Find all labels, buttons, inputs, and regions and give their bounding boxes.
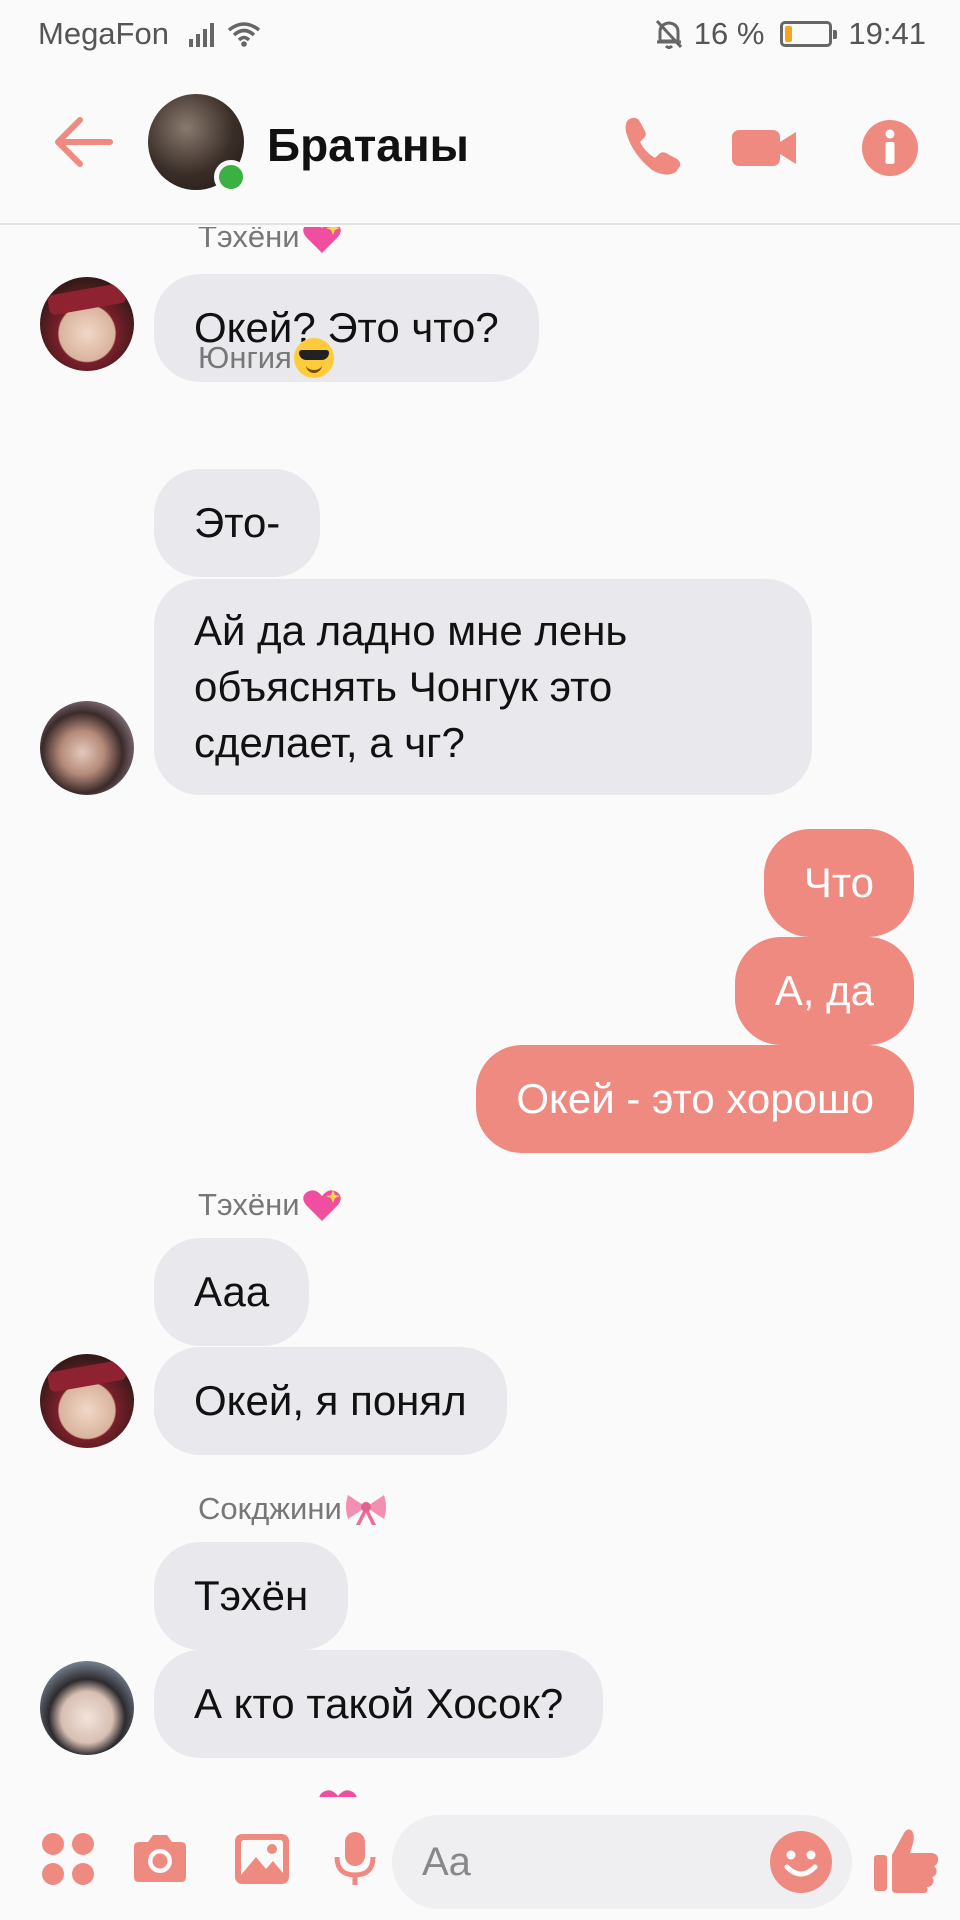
- smiley-face-icon: [770, 1831, 832, 1893]
- image-icon: [235, 1834, 289, 1884]
- sender-avatar[interactable]: [40, 1354, 134, 1448]
- sunglasses-face-icon: [293, 338, 334, 378]
- message-bubble[interactable]: Окей - это хорошо: [476, 1045, 914, 1153]
- composer-bar: [0, 1797, 960, 1920]
- camera-button[interactable]: [130, 1829, 190, 1889]
- battery-level: [785, 26, 793, 42]
- sparkling-heart-icon: [318, 1787, 358, 1797]
- message-line: объяснять Чонгук это: [194, 663, 613, 710]
- sender-avatar[interactable]: [40, 277, 134, 371]
- message-bubble[interactable]: Окей, я понял: [154, 1347, 507, 1455]
- chat-title[interactable]: Братаны: [267, 118, 469, 172]
- video-call-button[interactable]: [730, 112, 800, 182]
- back-arrow-icon: [55, 117, 113, 167]
- sender-avatar[interactable]: [40, 701, 134, 795]
- message-bubble[interactable]: Ай да ладно мне лень объяснять Чонгук эт…: [154, 579, 812, 795]
- message-line: Ай да ладно мне лень: [194, 607, 628, 654]
- gallery-button[interactable]: [232, 1829, 292, 1889]
- like-button[interactable]: [872, 1825, 942, 1895]
- chat-header: Братаны: [0, 70, 960, 225]
- online-status-dot: [214, 160, 248, 194]
- sender-name: Юнгия: [198, 338, 334, 378]
- emoji-button[interactable]: [768, 1829, 834, 1895]
- message-list[interactable]: Тэхёни Окей? Это что? Юнгия Это- Ай да л…: [0, 227, 960, 1797]
- status-bar: MegaFon 16 % 19:41: [0, 0, 960, 70]
- battery-percent: 16 %: [693, 16, 765, 51]
- more-apps-button[interactable]: [38, 1829, 98, 1889]
- sender-avatar[interactable]: [40, 1661, 134, 1755]
- ribbon-icon: [344, 1491, 388, 1527]
- message-bubble[interactable]: А кто такой Хосок?: [154, 1650, 604, 1758]
- message-bubble[interactable]: Что: [763, 829, 914, 937]
- four-dots-icon: [42, 1833, 94, 1885]
- sender-name: Сокджини: [198, 1491, 388, 1527]
- message-bubble[interactable]: Тэхён: [154, 1542, 349, 1650]
- carrier-name: MegaFon: [38, 16, 169, 51]
- voice-message-button[interactable]: [325, 1829, 385, 1889]
- clock: 19:41: [848, 16, 926, 51]
- info-button[interactable]: [856, 112, 926, 182]
- sender-name: Тэхёни: [198, 1187, 342, 1223]
- signal-icon: [188, 21, 219, 47]
- group-avatar[interactable]: [148, 94, 248, 194]
- message-bubble[interactable]: А, да: [734, 937, 914, 1045]
- phone-icon: [625, 117, 681, 175]
- sender-name: Тэхёни: [198, 227, 342, 255]
- message-composer[interactable]: [392, 1815, 852, 1909]
- sparkling-heart-icon: [302, 1187, 342, 1223]
- message-bubble[interactable]: Ааа: [154, 1238, 310, 1346]
- info-icon: [862, 120, 918, 176]
- next-sender-emoji: [316, 1787, 358, 1797]
- sparkling-heart-icon: [302, 227, 342, 255]
- message-line: сделает, а чг?: [194, 719, 465, 766]
- microphone-icon: [334, 1832, 376, 1885]
- message-input[interactable]: [422, 1833, 752, 1891]
- message-bubble[interactable]: Это-: [154, 469, 321, 577]
- voice-call-button[interactable]: [618, 112, 688, 182]
- thumbs-up-icon: [874, 1829, 939, 1893]
- back-button[interactable]: [50, 112, 116, 172]
- muted-bell-icon: [654, 18, 684, 50]
- battery-icon: [780, 21, 838, 47]
- video-camera-icon: [732, 130, 796, 166]
- camera-icon: [134, 1835, 186, 1882]
- wifi-icon: [227, 20, 261, 48]
